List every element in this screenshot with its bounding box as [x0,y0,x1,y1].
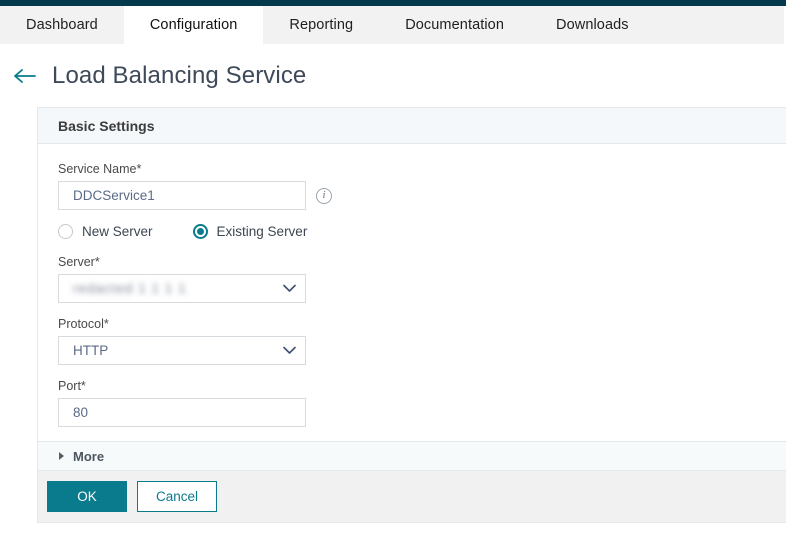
info-icon[interactable]: i [316,188,332,204]
field-server: Server* redacted 1 1 1 1 [58,255,777,303]
service-name-input[interactable]: DDCService1 [58,181,306,210]
radio-existing-server-dot[interactable] [193,224,208,239]
tab-reporting[interactable]: Reporting [263,6,379,44]
radio-existing-server[interactable]: Existing Server [193,224,308,239]
ok-button[interactable]: OK [47,481,127,512]
field-service-name: Service Name* DDCService1 i [58,162,777,210]
protocol-label: Protocol* [58,317,777,331]
field-protocol: Protocol* HTTP [58,317,777,365]
service-name-label: Service Name* [58,162,777,176]
protocol-selected-value: HTTP [73,343,108,358]
port-label: Port* [58,379,777,393]
more-expander[interactable]: More [38,441,786,470]
tab-downloads[interactable]: Downloads [530,6,655,44]
page-header: Load Balancing Service [12,62,306,90]
server-selected-value: redacted 1 1 1 1 [73,281,187,296]
port-input[interactable]: 80 [58,398,306,427]
more-label: More [73,449,104,464]
tab-dashboard[interactable]: Dashboard [0,6,124,44]
chevron-down-icon [282,282,296,296]
tab-configuration[interactable]: Configuration [124,6,264,44]
main-tab-bar: Dashboard Configuration Reporting Docume… [0,6,784,44]
radio-new-server-dot[interactable] [58,224,73,239]
panel-body: Service Name* DDCService1 i New Server E… [38,144,786,441]
arrow-left-icon[interactable] [12,63,38,89]
radio-existing-server-label: Existing Server [217,224,308,239]
radio-new-server-label: New Server [82,224,153,239]
field-port: Port* 80 [58,379,777,427]
chevron-down-icon [282,344,296,358]
basic-settings-panel: Basic Settings Service Name* DDCService1… [37,107,786,523]
page-title: Load Balancing Service [52,62,306,90]
radio-new-server[interactable]: New Server [58,224,153,239]
server-select[interactable]: redacted 1 1 1 1 [58,274,306,303]
panel-header: Basic Settings [38,108,786,144]
server-label: Server* [58,255,777,269]
server-mode-radio-group: New Server Existing Server [58,224,777,239]
caret-right-icon [59,452,64,460]
cancel-button[interactable]: Cancel [137,481,217,512]
panel-footer: OK Cancel [38,470,786,522]
panel-header-title: Basic Settings [58,118,154,134]
service-name-row: DDCService1 i [58,181,777,210]
tab-bar-underline [0,44,786,45]
tab-documentation[interactable]: Documentation [379,6,530,44]
protocol-select[interactable]: HTTP [58,336,306,365]
